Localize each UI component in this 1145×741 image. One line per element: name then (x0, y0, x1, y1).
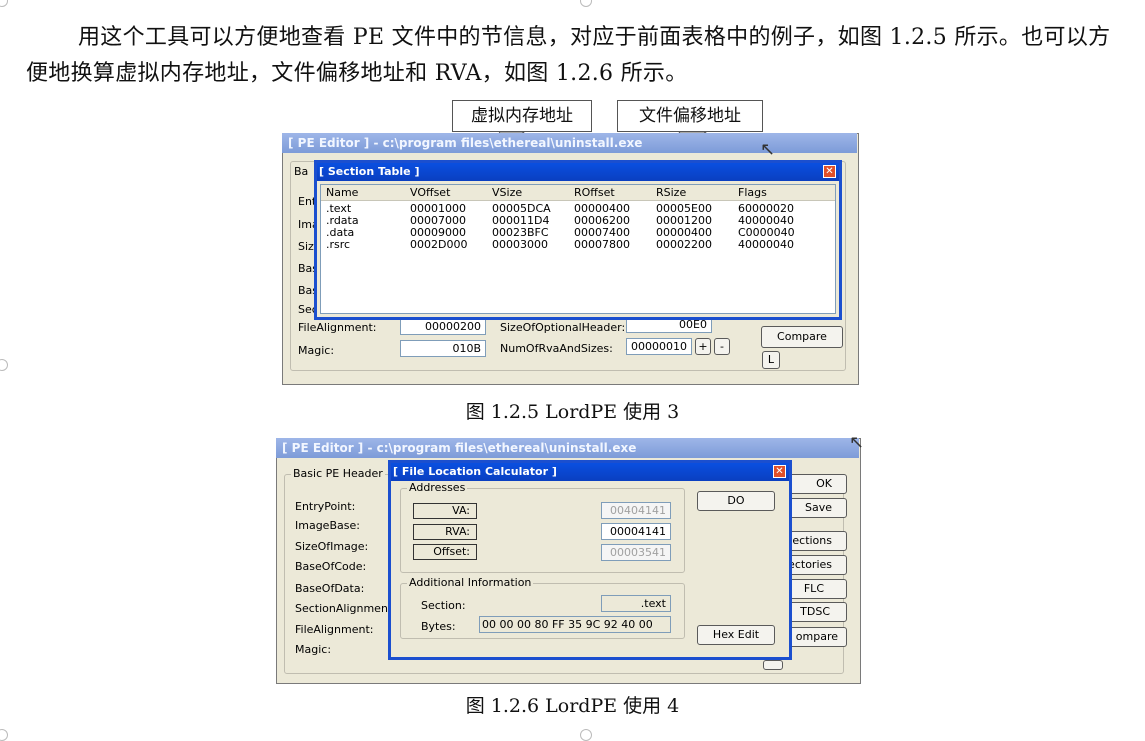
bytes-field: 00 00 00 80 FF 35 9C 92 40 00 (479, 616, 671, 633)
body-paragraph: 用这个工具可以方便地查看 PE 文件中的节信息，对应于前面表格中的例子，如图 1… (26, 25, 1111, 86)
magic-label: Magic: (295, 643, 332, 656)
table-cell: 00003000 (492, 238, 548, 251)
baseofdata-label: BaseOfData: (295, 582, 365, 595)
figure2-caption: 图 1.2.6 LordPE 使用 4 (465, 695, 680, 717)
rva-button[interactable]: RVA: (413, 524, 477, 540)
table-cell: 00002200 (656, 238, 712, 251)
callout-virtual-address: 虚拟内存地址 (452, 100, 592, 132)
decrement-button[interactable]: - (714, 338, 730, 355)
callout-file-offset: 文件偏移地址 (617, 100, 763, 132)
entrypoint-label: EntryPoint: (295, 500, 356, 513)
hex-edit-button[interactable]: Hex Edit (697, 625, 775, 645)
col-roffset[interactable]: ROffset (574, 186, 615, 199)
l-button[interactable] (763, 660, 783, 670)
bg-label: Ba (294, 165, 309, 178)
section-table-dialog: [ Section Table ] ✕ Name VOffset VSize R… (314, 160, 842, 320)
bg-label: Siz (298, 240, 314, 253)
table-row[interactable]: .text 00001000 00005DCA 00000400 00005E00 600… (321, 202, 835, 215)
close-icon[interactable]: ✕ (773, 465, 786, 478)
num-rva-field[interactable]: 00000010 (626, 338, 692, 355)
table-cell: 0002D000 (410, 238, 468, 251)
table-cell: 40000040 (738, 238, 794, 251)
increment-button[interactable]: + (695, 338, 711, 355)
section-table-title: [ Section Table ] (317, 163, 839, 181)
file-alignment-label: FileAlignment: (298, 321, 377, 334)
sectionalignment-label: SectionAlignment: (295, 602, 396, 615)
va-button[interactable]: VA: (413, 503, 477, 519)
section-field: .text (601, 595, 671, 612)
flc-title: [ File Location Calculator ] (391, 463, 789, 481)
table-row[interactable]: .rdata 00007000 000011D4 00006200 00001200 40… (321, 214, 835, 227)
table-cell: .rsrc (326, 238, 351, 251)
mouse-pointer-icon: ↖ (849, 432, 865, 453)
col-vsize[interactable]: VSize (492, 186, 522, 199)
table-cell: 00007800 (574, 238, 630, 251)
pe-editor-window-2: [ PE Editor ] - c:\program files\etherea… (276, 432, 864, 684)
bytes-label: Bytes: (421, 620, 456, 633)
margin-marker (580, 729, 592, 741)
num-rva-label: NumOfRvaAndSizes: (500, 342, 613, 355)
pe-editor-window-1: [ PE Editor ] - c:\program files\etherea… (282, 133, 859, 385)
imagebase-label: ImageBase: (295, 519, 360, 532)
section-list-header: Name VOffset VSize ROffset RSize Flags (321, 185, 835, 201)
margin-marker (0, 729, 8, 741)
window-title: [ PE Editor ] - c:\program files\etherea… (276, 438, 859, 458)
col-name[interactable]: Name (326, 186, 358, 199)
size-optional-header-label: SizeOfOptionalHeader: (500, 321, 626, 334)
rva-field[interactable]: 00004141 (601, 523, 671, 540)
col-voffset[interactable]: VOffset (410, 186, 450, 199)
table-row[interactable]: .rsrc 0002D000 00003000 00007800 00002200 400… (321, 238, 835, 251)
additional-info-label: Additional Information (407, 576, 534, 589)
close-icon[interactable]: ✕ (823, 165, 836, 178)
compare-button[interactable]: Compare (761, 326, 843, 348)
file-location-calculator-dialog: [ File Location Calculator ] ✕ Addresses… (388, 460, 792, 660)
sizeofimage-label: SizeOfImage: (295, 540, 369, 553)
basic-header-label: Basic PE Header (291, 467, 385, 480)
offset-button[interactable]: Offset: (413, 544, 477, 560)
offset-field[interactable]: 00003541 (601, 544, 671, 561)
section-label: Section: (421, 599, 466, 612)
filealignment-label: FileAlignment: (295, 623, 374, 636)
do-button[interactable]: DO (697, 491, 775, 511)
margin-marker (0, 0, 8, 7)
section-list: Name VOffset VSize ROffset RSize Flags .… (320, 184, 836, 314)
l-button[interactable]: L (762, 351, 780, 369)
mouse-pointer-icon: ↖ (760, 139, 776, 160)
addresses-label: Addresses (407, 481, 468, 494)
file-alignment-field[interactable]: 00000200 (400, 318, 486, 335)
margin-marker (580, 0, 592, 7)
margin-marker (0, 359, 8, 371)
magic-field[interactable]: 010B (400, 340, 486, 357)
figure1-caption: 图 1.2.5 LordPE 使用 3 (465, 401, 680, 423)
va-field[interactable]: 00404141 (601, 502, 671, 519)
magic-label: Magic: (298, 344, 335, 357)
baseofcode-label: BaseOfCode: (295, 560, 367, 573)
col-rsize[interactable]: RSize (656, 186, 686, 199)
table-row[interactable]: .data 00009000 00023BFC 00007400 00000400 C00… (321, 226, 835, 239)
col-flags[interactable]: Flags (738, 186, 767, 199)
